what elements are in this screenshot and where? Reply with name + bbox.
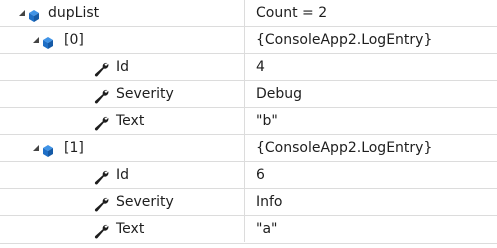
variable-value: 4 — [256, 59, 265, 75]
tree-row-severity[interactable]: Severity Debug — [0, 81, 497, 108]
variable-value: "a" — [256, 221, 278, 237]
variable-value: {ConsoleApp2.LogEntry} — [256, 32, 433, 48]
tree-row-text[interactable]: Text "b" — [0, 108, 497, 135]
variable-value: Count = 2 — [256, 5, 328, 21]
variable-name: Text — [116, 221, 145, 237]
variable-name: Severity — [116, 194, 174, 210]
column-divider — [244, 189, 245, 215]
column-divider — [244, 162, 245, 188]
variable-name: dupList — [48, 5, 100, 21]
column-divider — [244, 27, 245, 53]
column-divider — [244, 135, 245, 161]
column-divider — [244, 0, 245, 26]
variable-name: [1] — [64, 140, 84, 156]
tree-row-text[interactable]: Text "a" — [0, 216, 497, 243]
column-divider — [244, 81, 245, 107]
bottom-grid-line — [0, 243, 497, 244]
tree-row-duplist[interactable]: dupList Count = 2 — [0, 0, 497, 27]
variable-value: Debug — [256, 86, 303, 102]
variable-name: Id — [116, 59, 130, 75]
tree-row-item-1[interactable]: [1] {ConsoleApp2.LogEntry} — [0, 135, 497, 162]
wrench-icon — [94, 222, 110, 248]
watch-tree: dupList Count = 2 [0] {ConsoleApp2.LogEn… — [0, 0, 497, 245]
column-divider — [244, 216, 245, 242]
variable-value: 6 — [256, 167, 265, 183]
column-divider — [244, 108, 245, 134]
tree-row-item-0[interactable]: [0] {ConsoleApp2.LogEntry} — [0, 27, 497, 54]
variable-value: "b" — [256, 113, 278, 129]
column-divider — [244, 54, 245, 80]
tree-row-severity[interactable]: Severity Info — [0, 189, 497, 216]
variable-value: {ConsoleApp2.LogEntry} — [256, 140, 433, 156]
variable-value: Info — [256, 194, 283, 210]
variable-name: Text — [116, 113, 145, 129]
variable-name: [0] — [64, 32, 84, 48]
variable-name: Id — [116, 167, 130, 183]
tree-row-id[interactable]: Id 6 — [0, 162, 497, 189]
variable-name: Severity — [116, 86, 174, 102]
tree-row-id[interactable]: Id 4 — [0, 54, 497, 81]
